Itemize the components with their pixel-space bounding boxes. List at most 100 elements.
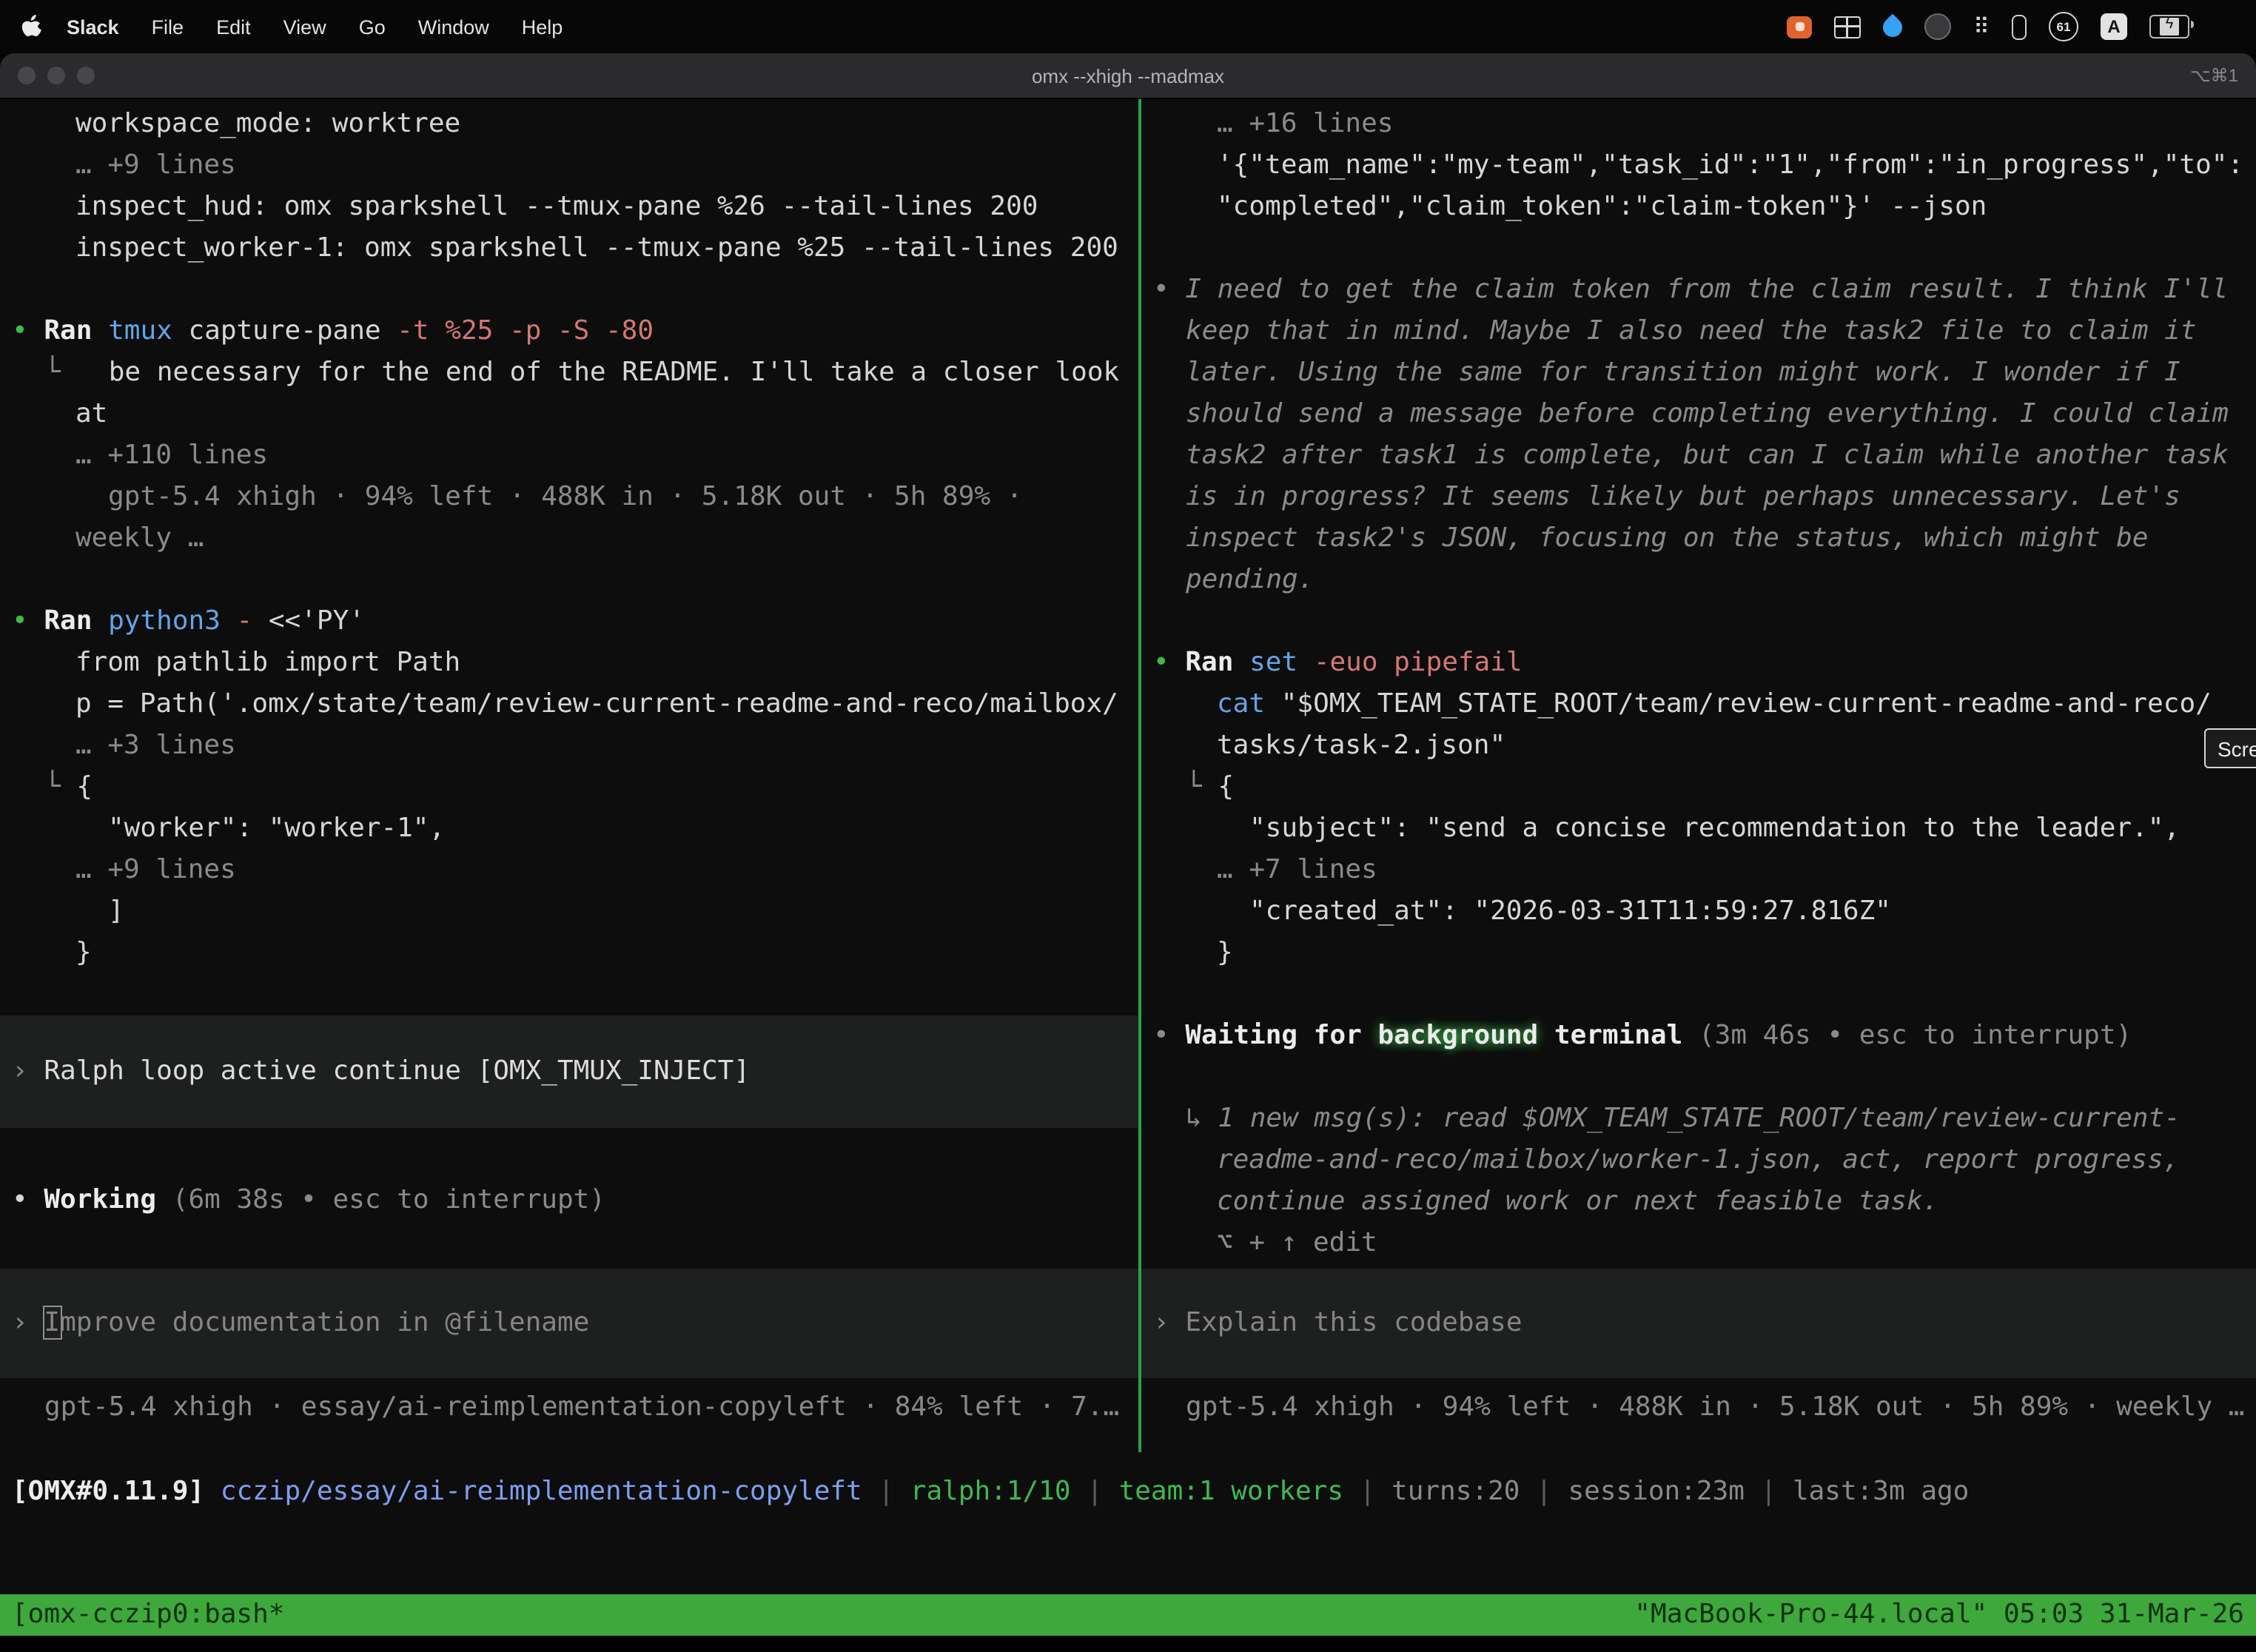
reasoning-line: • I need to get the claim token from the… (1141, 269, 2256, 311)
script-text: from pathlib import Path (75, 647, 460, 678)
window-title: omx --xhigh --madmax (1032, 64, 1224, 87)
blank-line (0, 560, 1138, 601)
tmux-status-bar: [omx-cczip0:bash*"MacBook-Pro-44.local" … (0, 1594, 2256, 1636)
subcommand: capture-pane (188, 315, 397, 346)
output-text: ] (108, 896, 124, 927)
tmux-session-window: [omx-cczip0:bash* (12, 1594, 284, 1636)
output-connector: └ (44, 771, 76, 802)
ralph-counter: ralph:1/10 (910, 1476, 1071, 1507)
bullet-icon: • (1153, 1020, 1185, 1051)
working-status-line: • Working (6m 38s • esc to interrupt) (0, 1180, 1138, 1221)
command-name: tmux (108, 315, 188, 346)
menu-app-name[interactable]: Slack (50, 16, 135, 38)
log-line: … +16 lines (1141, 104, 2256, 145)
terminal-window: omx --xhigh --madmax ⌥⌘1 workspace_mode:… (0, 53, 2256, 1652)
waiting-detail: (3m 46s • esc to interrupt) (1699, 1020, 2132, 1051)
log-text: inspect_worker-1: omx sparkshell --tmux-… (75, 232, 1118, 263)
command-name: set (1249, 647, 1314, 678)
reasoning-text: keep that in mind. Maybe I also need the… (1186, 315, 2196, 346)
menu-file[interactable]: File (135, 16, 201, 38)
log-line: inspect_hud: omx sparkshell --tmux-pane … (0, 187, 1138, 228)
battery-icon[interactable]: ϟ (2149, 15, 2189, 38)
bullet-icon: • (12, 315, 44, 346)
ran-label: Ran (44, 315, 108, 346)
battery-percentage-badge[interactable]: 61 (2049, 12, 2078, 41)
command-line: • Ran python3 - <<'PY' (0, 601, 1138, 642)
screen-record-icon[interactable] (1787, 16, 1812, 38)
spacer (0, 1378, 1138, 1387)
blank-line (0, 974, 1138, 1015)
zoom-button[interactable] (77, 67, 95, 84)
mailbox-note-text: continue assigned work or next feasible … (1217, 1186, 1938, 1217)
bullet-icon: • (1153, 647, 1185, 678)
output-line: } (0, 933, 1138, 974)
window-grid-icon[interactable] (1834, 16, 1861, 38)
output-text: } (1217, 937, 1233, 968)
reasoning-line: later. Using the same for transition mig… (1141, 352, 2256, 394)
inject-banner-text: Ralph loop active continue [OMX_TMUX_INJ… (44, 1055, 750, 1087)
waiting-label-highlight: background (1377, 1020, 1538, 1051)
output-line: weekly … (0, 518, 1138, 560)
collapsed-lines-label: … +16 lines (1217, 108, 1393, 139)
menu-bar-left: Slack File Edit View Go Window Help (21, 14, 579, 39)
reasoning-line: pending. (1141, 560, 2256, 601)
reasoning-line: task2 after task1 is complete, but can I… (1141, 435, 2256, 477)
command-arg: tasks/task-2.json" (1217, 730, 1505, 761)
apple-menu-icon[interactable] (21, 14, 50, 39)
chevron-icon: › (1153, 1307, 1185, 1338)
collapsed-lines-label: … +9 lines (75, 150, 236, 181)
chevron-icon: › (12, 1307, 44, 1338)
input-source-icon[interactable]: A (2101, 13, 2127, 40)
pane-footer: gpt-5.4 xhigh · essay/ai-reimplementatio… (0, 1387, 1138, 1428)
omx-version: [OMX#0.11.9] (12, 1476, 221, 1507)
window-shortcut: ⌥⌘1 (2190, 65, 2238, 86)
ran-label: Ran (44, 605, 108, 637)
separator: | (1071, 1476, 1119, 1507)
output-line: "created_at": "2026-03-31T11:59:27.816Z" (1141, 891, 2256, 933)
control-center-icon[interactable] (2212, 19, 2235, 36)
blue-app-icon[interactable] (1879, 13, 1907, 41)
output-text: "created_at": "2026-03-31T11:59:27.816Z" (1249, 896, 1891, 927)
output-line: at (0, 394, 1138, 435)
inject-banner: › Ralph loop active continue [OMX_TMUX_I… (0, 1015, 1138, 1128)
dots-grid-icon[interactable]: ⠿ (1973, 13, 1990, 40)
blank-line (1141, 1057, 2256, 1098)
output-line: … +9 lines (0, 850, 1138, 891)
reasoning-text: later. Using the same for transition mig… (1186, 357, 2181, 388)
reasoning-line: inspect task2's JSON, focusing on the st… (1141, 518, 2256, 560)
prompt-input-right[interactable]: › Explain this codebase (1141, 1269, 2256, 1378)
command-line: tasks/task-2.json" (1141, 725, 2256, 767)
output-line: gpt-5.4 xhigh · 94% left · 488K in · 5.1… (0, 477, 1138, 518)
output-text: be necessary for the end of the README. … (109, 357, 1119, 388)
close-button[interactable] (18, 67, 36, 84)
blank-line (1141, 601, 2256, 642)
log-line: '{"team_name":"my-team","task_id":"1","f… (1141, 145, 2256, 187)
dark-app-icon[interactable] (1924, 13, 1951, 40)
mailbox-note-text: 1 new msg(s): read $OMX_TEAM_STATE_ROOT/… (1218, 1103, 2180, 1134)
reasoning-text: task2 after task1 is complete, but can I… (1186, 440, 2229, 471)
tooltip-text: Scre (2218, 736, 2256, 760)
team-workers: team:1 workers (1119, 1476, 1343, 1507)
output-text: "subject": "send a concise recommendatio… (1249, 813, 2180, 844)
omx-branch-path: cczip/essay/ai-reimplementation-copyleft (221, 1476, 862, 1507)
bullet-icon: • (12, 1184, 44, 1215)
menu-edit[interactable]: Edit (200, 16, 267, 38)
command-flags: - (237, 605, 269, 637)
separator: | (1745, 1476, 1793, 1507)
minimize-button[interactable] (47, 67, 65, 84)
footer-text: gpt-5.4 xhigh · 94% left · 488K in · 5.1… (1186, 1391, 2245, 1423)
screen: Slack File Edit View Go Window Help ⠿ 61… (0, 0, 2256, 1652)
charging-bolt-icon: ϟ (2151, 16, 2188, 37)
pane-footer: gpt-5.4 xhigh · 94% left · 488K in · 5.1… (1141, 1387, 2256, 1428)
separator: | (1343, 1476, 1391, 1507)
heredoc-marker: <<'PY' (269, 605, 365, 637)
inject-banner-line: › Ralph loop active continue [OMX_TMUX_I… (0, 1051, 750, 1092)
mailbox-note-line: readme-and-reco/mailbox/worker-1.json, a… (1141, 1140, 2256, 1181)
prompt-input-left[interactable]: › Improve documentation in @filename (0, 1269, 1138, 1378)
log-line: workspace_mode: worktree (0, 104, 1138, 145)
status-pill-icon[interactable] (2012, 14, 2027, 39)
menu-window[interactable]: Window (402, 16, 506, 38)
menu-go[interactable]: Go (343, 16, 402, 38)
menu-view[interactable]: View (267, 16, 343, 38)
menu-help[interactable]: Help (506, 16, 580, 38)
